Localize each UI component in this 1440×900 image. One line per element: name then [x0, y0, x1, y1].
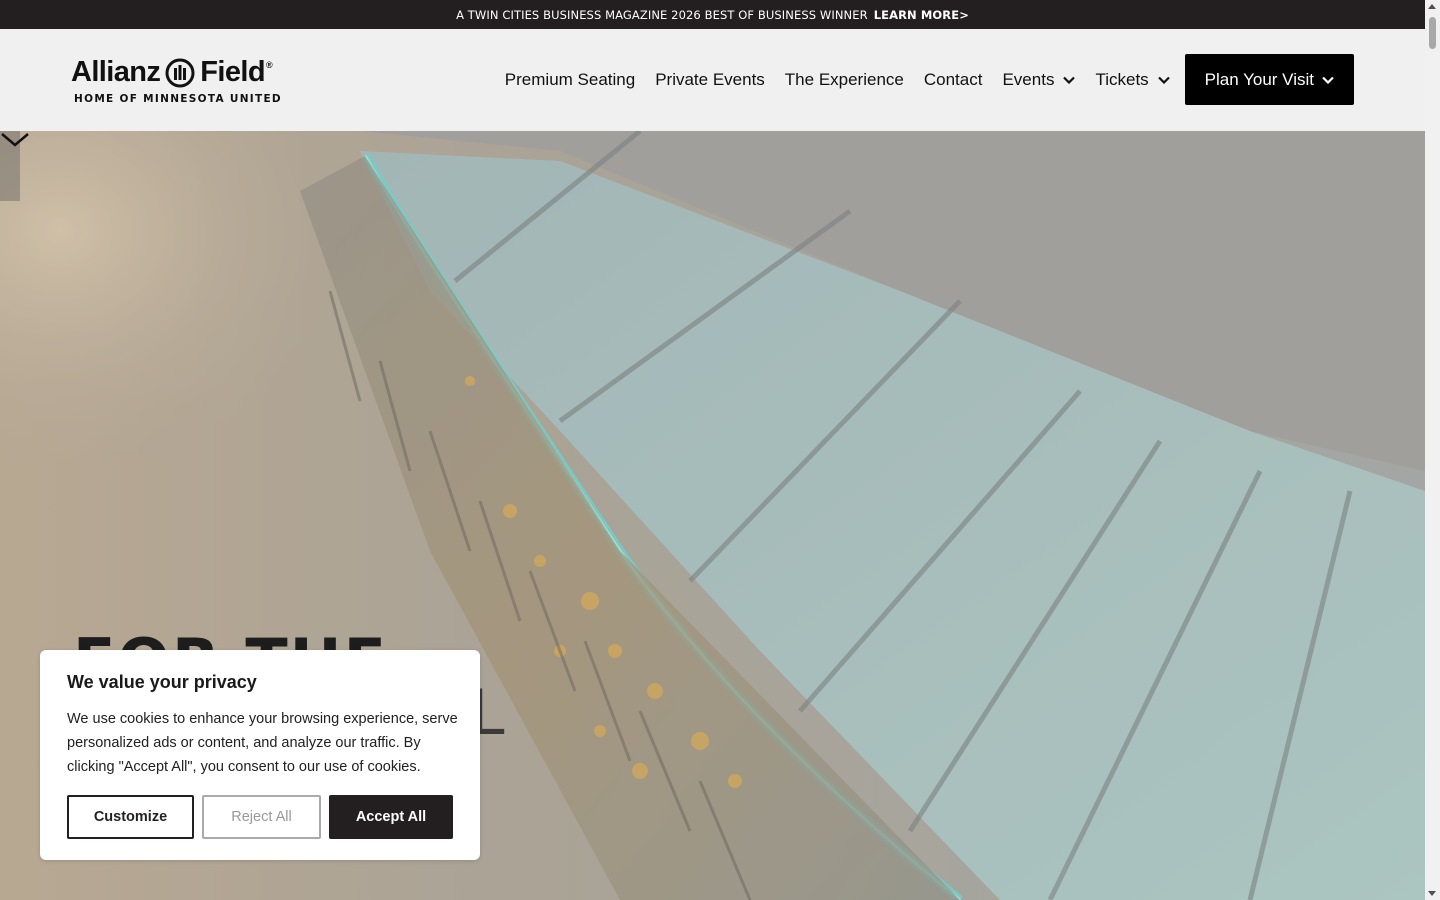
nav-label: Tickets [1095, 69, 1149, 89]
scroll-up-arrow-icon[interactable] [1428, 4, 1436, 9]
allianz-eagle-icon [165, 58, 195, 87]
nav-the-experience[interactable]: The Experience [785, 70, 904, 90]
customize-button[interactable]: Customize [67, 795, 194, 839]
accept-all-button[interactable]: Accept All [329, 795, 453, 839]
chevron-down-icon [1157, 76, 1170, 84]
nav-label: The Experience [784, 69, 904, 89]
logo-wordmark: Allianz Field ® [71, 56, 273, 89]
announcement-bar: A TWIN CITIES BUSINESS MAGAZINE 2026 BES… [0, 0, 1425, 29]
announcement-text: A TWIN CITIES BUSINESS MAGAZINE 2026 BES… [456, 7, 868, 22]
learn-more-link[interactable]: LEARN MORE> [874, 8, 969, 22]
nav-label: Premium Seating [504, 69, 636, 89]
cookie-description: We use cookies to enhance your browsing … [67, 711, 458, 775]
nav-contact[interactable]: Contact [924, 70, 983, 90]
chevron-down-icon [1322, 76, 1334, 84]
logo-word-allianz: Allianz [71, 56, 161, 88]
site-header: Allianz Field ® HOME OF MINNESOTA UNITED… [0, 29, 1425, 132]
logo-tagline: HOME OF MINNESOTA UNITED [74, 93, 282, 105]
plan-your-visit-button[interactable]: Plan Your Visit [1184, 54, 1354, 105]
plan-label: Plan Your Visit [1204, 69, 1314, 89]
reject-all-button[interactable]: Reject All [202, 795, 321, 839]
scroll-down-chevron-icon[interactable] [0, 131, 30, 149]
nav-tickets-dropdown[interactable]: Tickets [1095, 69, 1170, 90]
nav-private-events[interactable]: Private Events [655, 70, 765, 90]
nav-label: Events [1002, 69, 1055, 89]
nav-premium-seating[interactable]: Premium Seating [505, 70, 635, 90]
main-nav: Premium Seating Private Events The Exper… [485, 54, 1354, 105]
nav-events-dropdown[interactable]: Events [1002, 69, 1076, 90]
cookie-title: We value your privacy [67, 672, 257, 692]
registered-mark: ® [265, 59, 273, 70]
scroll-down-arrow-icon[interactable] [1428, 891, 1436, 896]
chevron-down-icon [1063, 76, 1076, 84]
page-scrollbar[interactable] [1425, 0, 1440, 900]
cookie-consent-banner: We value your privacy We use cookies to … [40, 650, 480, 860]
scrollbar-thumb[interactable] [1429, 17, 1436, 49]
nav-label: Contact [923, 69, 983, 89]
nav-label: Private Events [655, 69, 765, 89]
logo-word-field: Field [200, 56, 265, 88]
allianz-field-logo[interactable]: Allianz Field ® HOME OF MINNESOTA UNITED [71, 56, 281, 106]
